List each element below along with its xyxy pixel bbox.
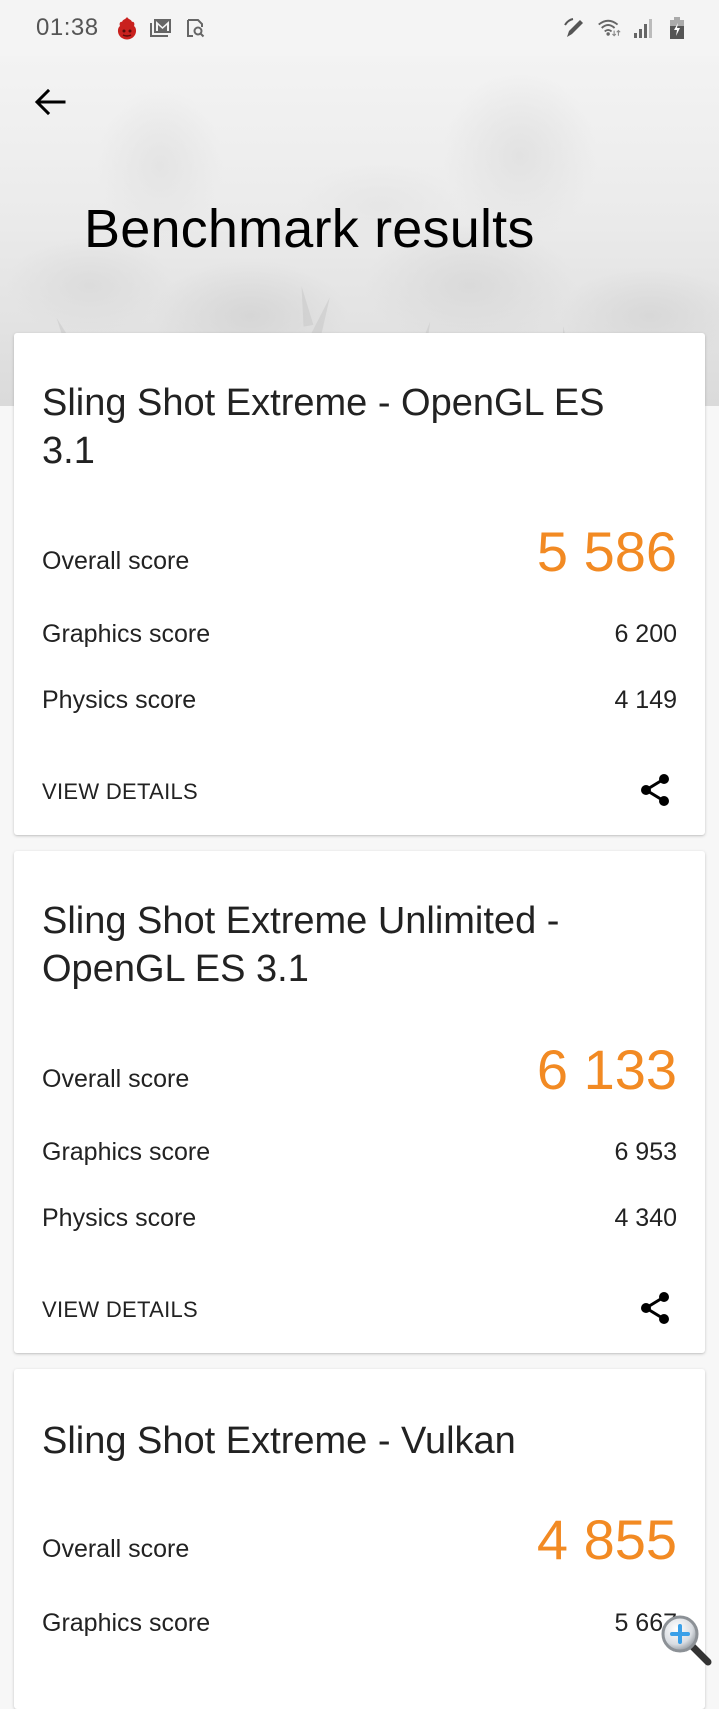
graphics-score-label: Graphics score: [42, 1138, 211, 1166]
arrow-left-icon: [34, 88, 66, 116]
pen-icon: [563, 16, 587, 40]
graphics-score-label: Graphics score: [42, 620, 211, 648]
view-details-button[interactable]: VIEW DETAILS: [42, 779, 198, 805]
wifi-icon: [597, 16, 621, 40]
overall-score-label: Overall score: [42, 547, 190, 575]
gmail-icon: [149, 16, 173, 40]
hero-decoration: [311, 295, 335, 337]
screen-search-icon: [183, 16, 207, 40]
result-card: Sling Shot Extreme Unlimited - OpenGL ES…: [14, 851, 705, 1353]
status-bar-right: [563, 16, 689, 40]
share-icon: [641, 1292, 669, 1324]
overall-score-value: 5 586: [536, 520, 677, 583]
overall-score-label: Overall score: [42, 1535, 190, 1563]
antutu-app-icon: [115, 16, 139, 40]
page-title: Benchmark results: [84, 199, 535, 259]
magnifier-zoom-in-icon: [661, 1615, 712, 1666]
physics-score-value: 4 340: [614, 1204, 677, 1232]
graphics-score-value: 6 953: [614, 1138, 677, 1166]
physics-score-label: Physics score: [42, 1204, 197, 1232]
status-bar-left: 01:38: [36, 14, 207, 42]
zoom-magnifier-button[interactable]: [658, 1612, 714, 1668]
battery-charging-icon: [665, 16, 689, 40]
share-button[interactable]: [635, 770, 675, 810]
view-details-button[interactable]: VIEW DETAILS: [42, 1297, 198, 1323]
status-bar: 01:38: [0, 0, 719, 56]
physics-score-value: 4 149: [614, 686, 677, 714]
result-card: Sling Shot Extreme - Vulkan Overall scor…: [14, 1369, 705, 1709]
signal-icon: [631, 16, 655, 40]
result-card: Sling Shot Extreme - OpenGL ES 3.1 Overa…: [14, 333, 705, 835]
physics-score-label: Physics score: [42, 686, 197, 714]
overall-score-label: Overall score: [42, 1065, 190, 1093]
share-button[interactable]: [635, 1288, 675, 1328]
benchmark-title: Sling Shot Extreme Unlimited - OpenGL ES…: [42, 900, 560, 990]
share-icon: [641, 774, 669, 806]
hero-decoration: [296, 285, 314, 327]
overall-score-value: 6 133: [536, 1038, 677, 1101]
graphics-score-value: 6 200: [614, 620, 677, 648]
status-time: 01:38: [36, 14, 99, 41]
overall-score-value: 4 855: [536, 1508, 677, 1571]
graphics-score-label: Graphics score: [42, 1609, 211, 1637]
back-button[interactable]: [28, 80, 72, 124]
benchmark-title: Sling Shot Extreme - OpenGL ES 3.1: [42, 382, 605, 472]
benchmark-title: Sling Shot Extreme - Vulkan: [42, 1420, 516, 1462]
